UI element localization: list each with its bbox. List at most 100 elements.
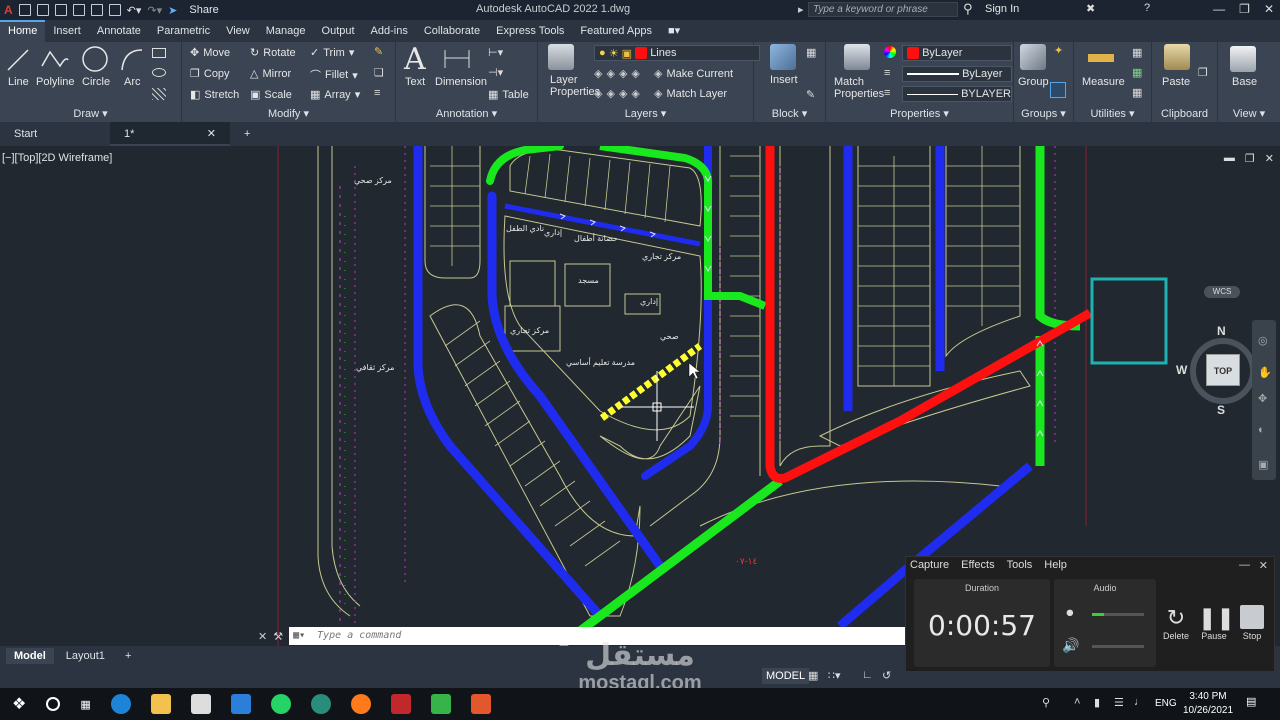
lineweight-dropdown[interactable]: BYLAYER: [902, 86, 1012, 102]
camtasia-icon[interactable]: [430, 694, 451, 714]
steering-wheel-icon[interactable]: ◎: [1258, 334, 1268, 347]
share-button[interactable]: Share: [189, 4, 218, 16]
mail-icon[interactable]: [230, 694, 251, 714]
block-tools-icon[interactable]: ▦: [806, 46, 816, 59]
clipboard-panel-title[interactable]: Clipboard: [1152, 108, 1217, 120]
wifi-icon[interactable]: ☰: [1114, 696, 1124, 709]
tab-collaborate[interactable]: Collaborate: [416, 22, 488, 42]
pause-button[interactable]: ❚❚ Pause: [1198, 605, 1235, 641]
redo-icon[interactable]: ↷▾: [147, 4, 162, 17]
tab-add-ins[interactable]: Add-ins: [363, 22, 416, 42]
restore-icon[interactable]: ❐: [1239, 2, 1250, 16]
menu-capture[interactable]: Capture: [910, 559, 949, 571]
text-button[interactable]: Text: [405, 76, 425, 88]
search-circle-icon[interactable]: [46, 697, 61, 711]
layer-off-icon[interactable]: ◈: [594, 67, 602, 80]
file-explorer-icon[interactable]: [150, 694, 171, 714]
group-button[interactable]: Group: [1018, 76, 1049, 88]
measure-icon[interactable]: [1088, 54, 1114, 62]
share-icon[interactable]: ➤: [168, 4, 177, 17]
copy-clip-icon[interactable]: ❐: [1198, 66, 1208, 79]
tab-start[interactable]: Start: [0, 122, 110, 146]
block-edit-icon[interactable]: ✎: [806, 88, 815, 101]
customize-command-icon[interactable]: ⚒: [273, 630, 283, 643]
showmotion-icon[interactable]: ▣: [1258, 458, 1268, 471]
trim-button[interactable]: ✓ Trim ▾: [310, 46, 354, 60]
plot-icon[interactable]: [108, 4, 121, 16]
view-panel-title[interactable]: View: [1233, 108, 1257, 120]
grid-icon[interactable]: ▦: [808, 669, 818, 682]
base-button[interactable]: Base: [1232, 76, 1257, 88]
u-app-icon[interactable]: [310, 694, 331, 714]
stop-button[interactable]: Stop: [1236, 605, 1268, 641]
layer-dropdown[interactable]: ● ☀ ▣ Lines: [594, 45, 760, 61]
layer-properties-icon[interactable]: [548, 44, 574, 70]
rectangle-icon[interactable]: [152, 48, 166, 58]
linetype-dropdown[interactable]: ByLayer: [902, 66, 1012, 82]
groups-panel-title[interactable]: Groups: [1021, 108, 1057, 120]
help-search-input[interactable]: Type a keyword or phrase: [808, 2, 958, 17]
insert-button[interactable]: Insert: [770, 74, 798, 86]
menu-effects[interactable]: Effects: [961, 559, 994, 571]
delete-button[interactable]: ↻ Delete: [1160, 605, 1192, 641]
linetype-icon[interactable]: ≡: [884, 67, 890, 79]
leader-icon[interactable]: ⊢▾: [488, 46, 503, 59]
close-command-icon[interactable]: ✕: [258, 630, 267, 643]
tab-model[interactable]: Model: [6, 648, 54, 664]
tab-manage[interactable]: Manage: [258, 22, 314, 42]
stretch-button[interactable]: ◧ Stretch: [190, 88, 239, 102]
layer-properties-button[interactable]: Layer Properties: [550, 74, 600, 98]
firefox-icon[interactable]: [350, 694, 371, 714]
web-mobile-icon[interactable]: [90, 4, 103, 16]
polar-icon[interactable]: ↺: [882, 669, 891, 682]
tab-parametric[interactable]: Parametric: [149, 22, 218, 42]
ellipse-icon[interactable]: [152, 68, 166, 77]
text-icon[interactable]: A: [404, 42, 426, 77]
dimension-icon[interactable]: [442, 46, 472, 72]
recent-commands-icon[interactable]: ▦▾: [293, 627, 305, 645]
line-icon[interactable]: [6, 46, 30, 74]
group-edit-icon[interactable]: ✦: [1054, 44, 1063, 57]
save-icon[interactable]: [54, 4, 67, 16]
match-properties-button[interactable]: Match Properties: [834, 76, 884, 100]
copy-button[interactable]: ❐ Copy: [190, 67, 230, 81]
tab-drawing-1[interactable]: 1* ✕: [110, 122, 230, 146]
lineweight-icon[interactable]: ≡: [884, 87, 890, 99]
wcs-menu[interactable]: WCS: [1204, 286, 1240, 298]
tab-express-tools[interactable]: Express Tools: [488, 22, 572, 42]
circle-icon[interactable]: [80, 44, 110, 74]
match-layer-button[interactable]: ◈ Match Layer: [654, 87, 727, 101]
clock[interactable]: 3:40 PM 10/26/2021: [1180, 690, 1236, 718]
ortho-icon[interactable]: ∟: [862, 669, 873, 681]
undo-icon[interactable]: ↶▾: [127, 4, 142, 17]
people-icon[interactable]: ⚲: [1042, 696, 1050, 709]
search-icon[interactable]: ⚲: [963, 1, 973, 17]
polyline-icon[interactable]: [40, 46, 70, 74]
arc-button[interactable]: Arc: [124, 76, 141, 88]
snap-icon[interactable]: ∷▾: [828, 669, 841, 682]
tab-featured-apps[interactable]: Featured Apps: [572, 22, 660, 42]
scale-button[interactable]: ▣ Scale: [250, 88, 292, 102]
match-properties-icon[interactable]: [844, 44, 870, 70]
new-tab-icon[interactable]: +: [230, 122, 264, 146]
line-button[interactable]: Line: [8, 76, 29, 88]
store-icon[interactable]: [190, 694, 211, 714]
explode-icon[interactable]: ❏: [374, 66, 384, 79]
block-panel-title[interactable]: Block: [772, 108, 799, 120]
edge-icon[interactable]: [110, 694, 131, 714]
offset-icon[interactable]: ≡: [374, 87, 380, 99]
tab-layout1[interactable]: Layout1: [58, 648, 113, 664]
recorder-close-icon[interactable]: ✕: [1259, 559, 1268, 572]
language-indicator[interactable]: ENG: [1155, 698, 1177, 709]
menu-help[interactable]: Help: [1044, 559, 1067, 571]
color-wheel-icon[interactable]: [884, 46, 896, 58]
tab-insert[interactable]: Insert: [45, 22, 89, 42]
tab-view[interactable]: View: [218, 22, 258, 42]
compass-north[interactable]: N: [1217, 324, 1226, 338]
make-current-button[interactable]: ◈ Make Current: [654, 67, 733, 81]
linear-icon[interactable]: ⊣▾: [488, 66, 503, 79]
close-tab-icon[interactable]: ✕: [207, 122, 216, 146]
orbit-icon[interactable]: ◐: [1258, 424, 1265, 436]
paste-button[interactable]: Paste: [1162, 76, 1190, 88]
pan-icon[interactable]: ✋: [1258, 366, 1272, 379]
